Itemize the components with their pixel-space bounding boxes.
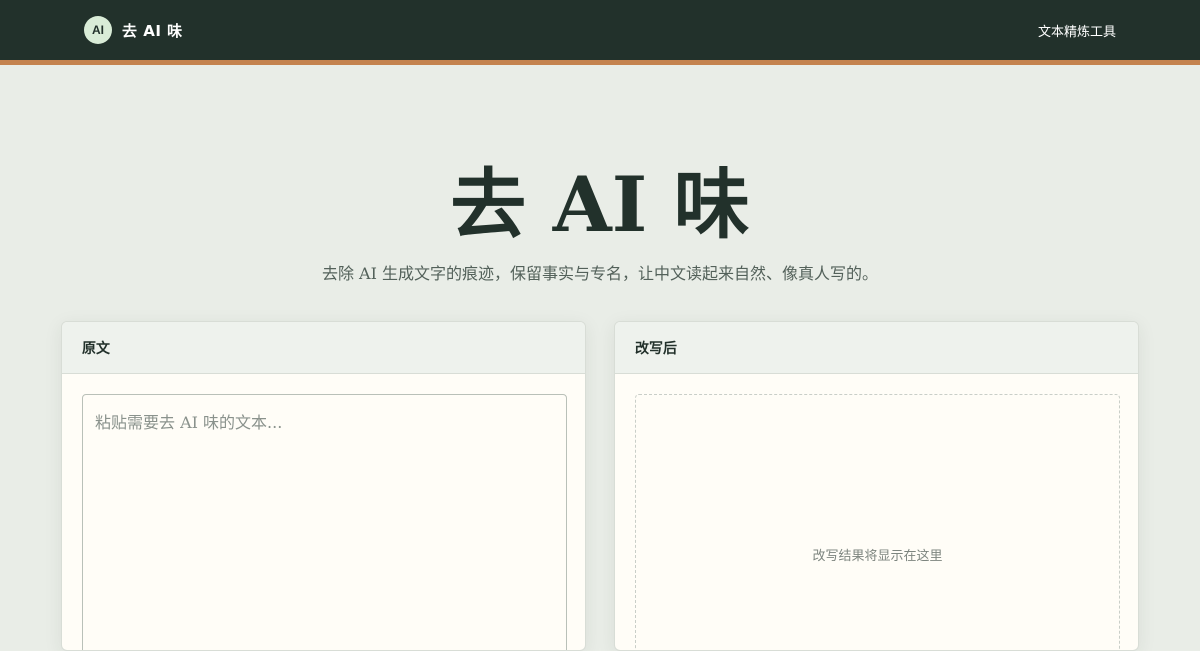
brand[interactable]: AI 去 AI 味 xyxy=(84,16,183,44)
source-text-input[interactable] xyxy=(82,394,567,650)
source-panel: 原文 xyxy=(61,321,586,651)
nav-link-text-refiner[interactable]: 文本精炼工具 xyxy=(1038,21,1116,40)
result-panel-header: 改写后 xyxy=(615,322,1138,374)
top-bar: AI 去 AI 味 文本精炼工具 xyxy=(0,0,1200,60)
result-output-area: 改写结果将显示在这里 xyxy=(635,394,1120,650)
brand-logo-icon: AI xyxy=(84,16,112,44)
top-bar-accent-divider xyxy=(0,60,1200,65)
result-panel: 改写后 改写结果将显示在这里 xyxy=(614,321,1139,651)
result-empty-text: 改写结果将显示在这里 xyxy=(812,549,943,564)
source-panel-header: 原文 xyxy=(62,322,585,374)
page-title: 去 AI 味 xyxy=(450,160,750,249)
source-panel-title: 原文 xyxy=(82,340,110,357)
page-subtitle: 去除 AI 生成文字的痕迹，保留事实与专名，让中文读起来自然、像真人写的。 xyxy=(321,264,879,283)
brand-name: 去 AI 味 xyxy=(122,21,183,40)
result-panel-title: 改写后 xyxy=(635,340,677,357)
